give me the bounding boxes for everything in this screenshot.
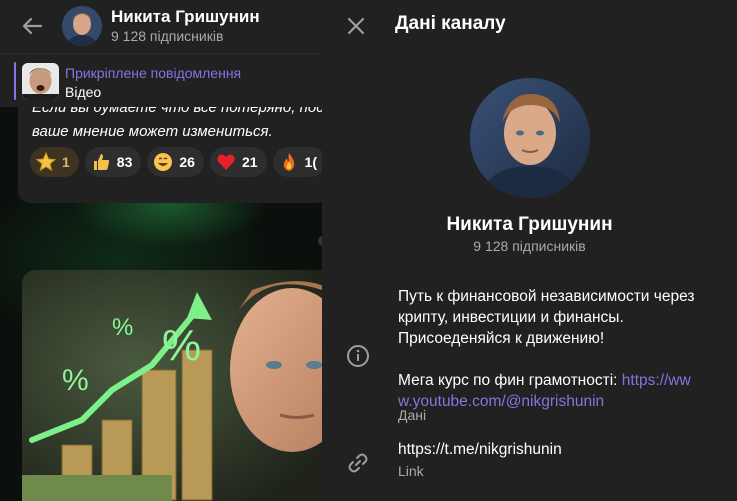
channel-subscribers: 9 128 підписників <box>111 28 224 44</box>
pinned-thumbnail <box>22 63 59 100</box>
channel-avatar-large[interactable] <box>470 78 590 198</box>
reaction-red-heart[interactable]: 21 <box>209 147 267 177</box>
svg-text:%: % <box>62 364 89 397</box>
reaction-fire[interactable]: 1( <box>272 147 322 177</box>
star-icon <box>36 152 56 172</box>
channel-link[interactable]: https://t.me/nikgrishunin <box>398 441 562 459</box>
description-line: крипту, инвестиции и финансы. <box>398 309 624 326</box>
panel-title: Дані каналу <box>395 13 506 34</box>
channel-title[interactable]: Никита Гришунин <box>111 7 260 27</box>
reaction-count: 21 <box>241 154 258 170</box>
reaction-grinning-face[interactable]: 26 <box>147 147 204 177</box>
link-caption: Link <box>398 463 424 479</box>
back-button[interactable] <box>18 12 46 40</box>
youtube-link-continued[interactable]: w.youtube.com/@nikgrishunin <box>398 391 723 412</box>
close-icon <box>347 17 365 35</box>
message-text-line: Если вы думаете что все потеряно, пос <box>32 107 322 116</box>
chat-header: Никита Гришунин 9 128 підписників <box>0 0 322 53</box>
description-caption: Дані <box>398 407 427 423</box>
channel-name: Никита Гришунин <box>446 214 613 235</box>
channel-subscriber-count: 9 128 підписників <box>473 238 586 254</box>
reaction-count: 1( <box>304 154 317 170</box>
close-button[interactable] <box>342 12 370 40</box>
thumbs-up-icon <box>91 152 111 172</box>
message-text-line: ваше мнение может измениться. <box>32 123 273 140</box>
reaction-count: 26 <box>179 154 195 170</box>
course-text: Мега курс по фин грамотності: <box>398 372 622 389</box>
reactions-bar: 1 83 26 21 1( <box>30 147 322 177</box>
message-bubble: Если вы думаете что все потеряно, пос ва… <box>18 107 322 203</box>
pinned-message-bar[interactable]: Прикріплене повідомлення Відео <box>0 53 322 107</box>
channel-info-panel: Дані каналу Никита Гришунин 9 128 підпис… <box>322 0 737 501</box>
fire-icon <box>279 152 299 172</box>
post-media-image[interactable]: % % % <box>22 270 322 501</box>
channel-description[interactable]: Путь к финансовой независимости через кр… <box>398 286 723 412</box>
red-heart-icon <box>216 152 236 172</box>
youtube-link[interactable]: https://ww <box>622 372 691 389</box>
reaction-count: 83 <box>116 154 133 170</box>
pinned-text: Відео <box>65 84 102 100</box>
arrow-left-icon <box>22 17 43 35</box>
reaction-thumbs-up[interactable]: 83 <box>84 147 142 177</box>
pinned-accent-bar <box>14 62 16 100</box>
channel-avatar[interactable] <box>62 6 102 46</box>
reaction-star[interactable]: 1 <box>30 147 79 177</box>
grinning-face-icon <box>153 152 173 172</box>
svg-text:%: % <box>112 314 133 341</box>
info-icon <box>346 344 370 368</box>
description-line: Путь к финансовой независимости через <box>398 288 695 305</box>
reaction-count: 1 <box>62 154 70 170</box>
chat-area: % % % Если вы думаете что все потеряно, … <box>0 0 322 501</box>
svg-text:%: % <box>162 321 201 370</box>
link-icon <box>346 451 370 475</box>
pinned-label: Прикріплене повідомлення <box>65 65 242 81</box>
description-line: Присоеденяйся к движению! <box>398 330 605 347</box>
